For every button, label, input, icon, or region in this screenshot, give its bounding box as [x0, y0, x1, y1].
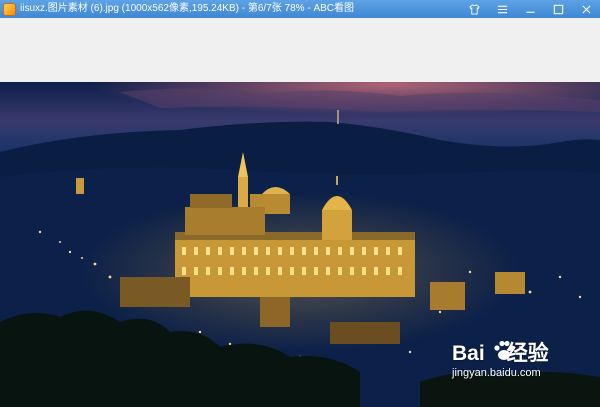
baidu-jingyan-watermark: Bai 经验 jingyan.baidu.com — [448, 337, 584, 393]
watermark-url: jingyan.baidu.com — [452, 367, 541, 379]
toolbar-area — [0, 18, 600, 82]
maximize-button[interactable] — [544, 0, 572, 18]
hamburger-menu-icon — [497, 5, 507, 13]
menu-button[interactable] — [488, 0, 516, 18]
minimize-button[interactable] — [516, 0, 544, 18]
window-title: iisuxz.图片素材 (6).jpg (1000x562像素,195.24KB… — [20, 3, 355, 14]
minimize-icon — [525, 11, 535, 13]
app-icon[interactable] — [3, 2, 16, 16]
maximize-icon — [553, 4, 563, 14]
close-button[interactable] — [572, 0, 600, 18]
image-viewport[interactable]: Bai 经验 jingyan.baidu.com — [0, 82, 600, 407]
window-controls — [460, 0, 600, 18]
watermark-brand-left: Bai — [452, 342, 485, 365]
close-icon — [581, 4, 591, 14]
shirt-icon — [468, 3, 480, 15]
paw-icon — [494, 340, 515, 360]
title-bar: iisuxz.图片素材 (6).jpg (1000x562像素,195.24KB… — [0, 0, 600, 18]
skin-button[interactable] — [460, 0, 488, 18]
